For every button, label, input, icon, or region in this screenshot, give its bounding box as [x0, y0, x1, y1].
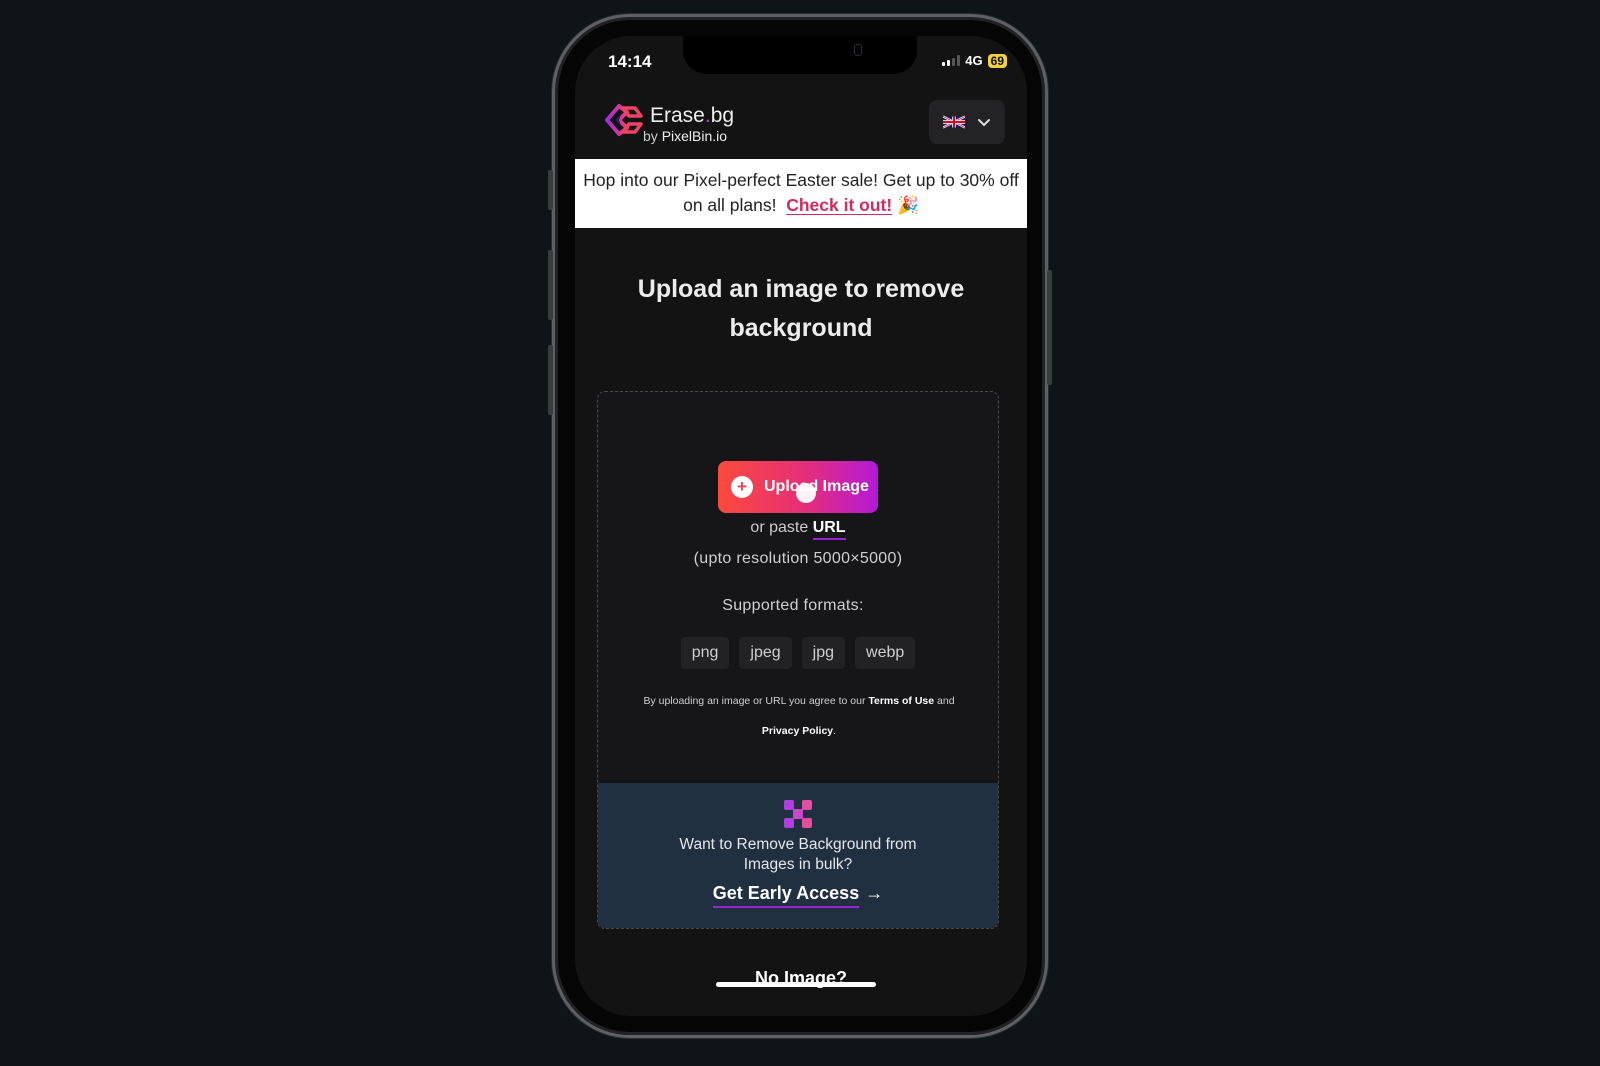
bulk-text: Want to Remove Background from Images in…: [679, 836, 917, 873]
promo-link[interactable]: Check it out!: [786, 195, 892, 215]
battery-icon: 69: [987, 53, 1007, 68]
format-chip-jpg: jpg: [801, 637, 846, 669]
power-button: [1047, 270, 1052, 385]
erase-bg-logo-icon[interactable]: [603, 102, 645, 138]
page-title: Upload an image to remove background: [637, 275, 965, 342]
brand-byline: by PixelBin.io: [643, 128, 728, 144]
chevron-down-icon: [978, 119, 990, 127]
get-early-access-link[interactable]: Get Early Access →: [598, 883, 998, 908]
status-icons: 4G 69: [942, 53, 1007, 68]
privacy-policy-link[interactable]: Privacy Policy: [762, 725, 833, 737]
formats-label: Supported formats:: [722, 597, 864, 614]
touch-indicator: [796, 483, 816, 503]
mute-switch: [548, 170, 553, 210]
format-chips: png jpeg jpg webp: [598, 637, 998, 669]
phone-screen: 14:14 4G 69 Erase.bg by PixelBin.io Hop …: [575, 36, 1027, 1016]
bulk-grid-icon: [784, 800, 812, 828]
format-chip-png: png: [680, 637, 730, 669]
brand-name[interactable]: Erase.bg: [650, 104, 734, 128]
volume-down-button: [548, 345, 553, 415]
uk-flag-icon: [943, 115, 965, 129]
bulk-promo-panel: Want to Remove Background from Images in…: [598, 783, 998, 928]
site-header: Erase.bg by PixelBin.io: [575, 98, 1027, 156]
volume-up-button: [548, 250, 553, 320]
paste-url-link[interactable]: URL: [812, 519, 846, 540]
terms-notice: By uploading an image or URL you agree t…: [643, 695, 955, 737]
camera-icon: [854, 44, 862, 56]
plus-icon: +: [731, 476, 753, 498]
network-label: 4G: [965, 53, 983, 68]
upload-image-label: Upload Image: [764, 478, 869, 495]
paste-url-row: or paste URL: [598, 519, 998, 540]
language-selector[interactable]: [929, 100, 1005, 144]
resolution-note: (upto resolution 5000×5000): [693, 550, 903, 567]
notch: [683, 36, 917, 74]
format-chip-jpeg: jpeg: [739, 637, 792, 669]
upload-drop-zone[interactable]: + Upload Image or paste URL (upto resolu…: [597, 391, 999, 929]
terms-of-use-link[interactable]: Terms of Use: [868, 695, 934, 707]
home-indicator[interactable]: [716, 982, 876, 987]
signal-icon: [942, 55, 961, 66]
promo-banner: Hop into our Pixel-perfect Easter sale! …: [575, 159, 1027, 228]
format-chip-webp: webp: [855, 637, 916, 669]
party-popper-icon: 🎉: [897, 195, 919, 215]
status-time: 14:14: [608, 52, 652, 71]
arrow-right-icon: →: [865, 883, 884, 903]
